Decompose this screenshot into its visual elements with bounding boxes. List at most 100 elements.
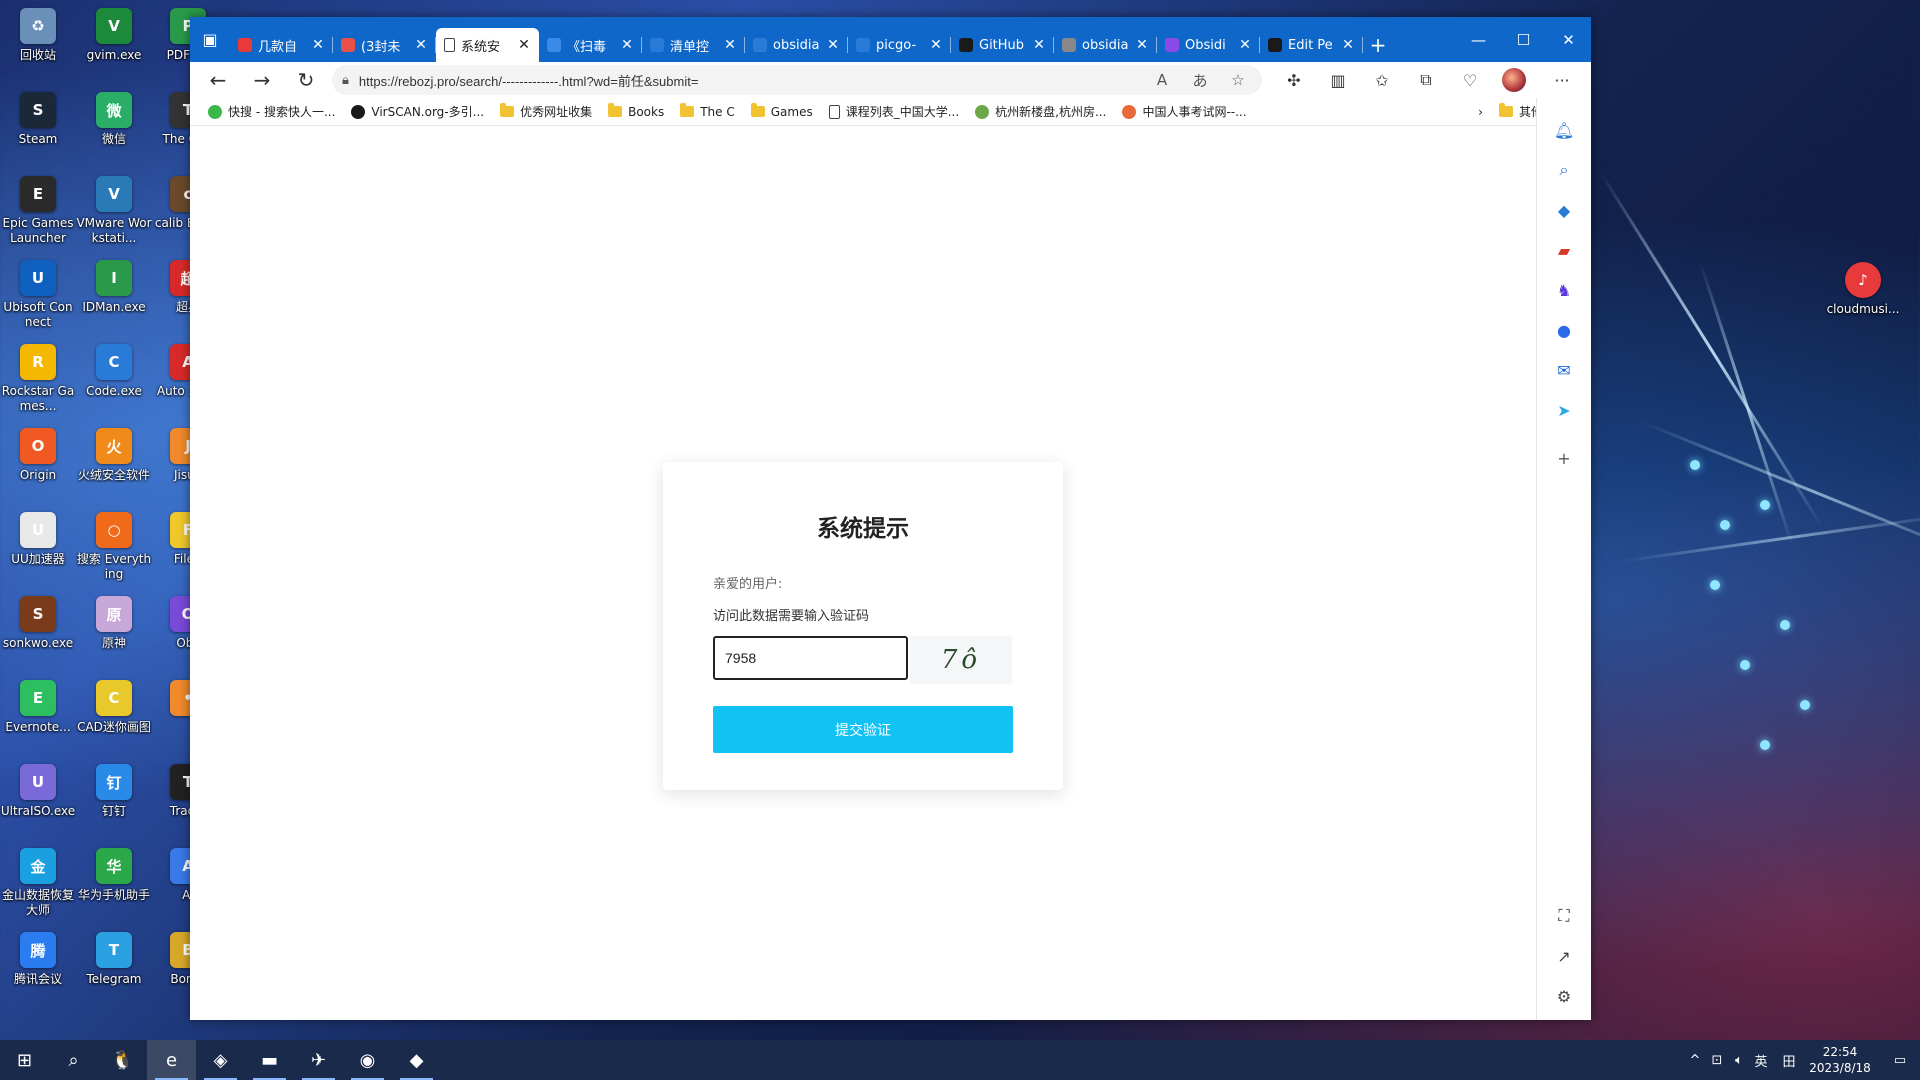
taskbar-obsidian-button[interactable]: ◆ — [392, 1040, 441, 1080]
desktop-icon-cloudmusic[interactable]: ♪ cloudmusi... — [1825, 258, 1901, 342]
bookmark-item[interactable]: 快搜 - 搜索快人一... — [200, 98, 343, 126]
tab-close-icon[interactable]: ✕ — [1135, 37, 1149, 53]
browser-tab[interactable]: GitHub ✕ — [951, 28, 1054, 62]
taskbar-qq-button[interactable]: 🐧 — [98, 1040, 147, 1080]
taskbar-start-button[interactable]: ⊞ — [0, 1040, 49, 1080]
back-button[interactable]: ← — [196, 64, 240, 96]
outlook-icon[interactable]: ✉ — [1548, 354, 1580, 386]
desktop-icon[interactable]: 腾腾讯会议 — [0, 928, 76, 1012]
extensions-button[interactable]: ✣ — [1272, 64, 1316, 96]
desktop-icon[interactable]: E Epic Games Launcher — [0, 172, 76, 256]
sidebar-settings-icon[interactable]: ⚙ — [1548, 980, 1580, 1012]
translate-icon[interactable]: あ — [1186, 70, 1214, 91]
ime-language-indicator[interactable]: 英 — [1750, 1051, 1772, 1070]
desktop-icon[interactable]: O Origin — [0, 424, 76, 508]
tab-actions-button[interactable]: ▣ — [190, 17, 230, 62]
desktop-icon[interactable]: C CAD迷你画图 — [76, 676, 152, 760]
browser-tab[interactable]: 《扫毒 ✕ — [539, 28, 642, 62]
captcha-image[interactable]: 7ô — [910, 636, 1012, 684]
favorite-star-icon[interactable]: ☆ — [1224, 71, 1252, 89]
desktop-icon[interactable]: E Evernote... — [0, 676, 76, 760]
notification-bell-icon[interactable]: 🔔︎ — [1548, 114, 1580, 146]
collections-button[interactable]: ⧉ — [1404, 64, 1448, 96]
taskbar-search-button[interactable]: ⌕ — [49, 1040, 98, 1080]
chevron-up-icon[interactable]: ^ — [1684, 1053, 1706, 1068]
bookmark-item[interactable]: 杭州新楼盘,杭州房... — [967, 98, 1114, 126]
minimize-button[interactable]: — — [1456, 17, 1501, 62]
office-icon[interactable]: ● — [1548, 314, 1580, 346]
address-bar[interactable]: 🔒︎ https://rebozj.pro/search/-----------… — [332, 65, 1262, 95]
browser-tab[interactable]: 系统安 ✕ — [436, 28, 539, 62]
notification-center-icon[interactable]: ▭ — [1880, 1053, 1920, 1068]
tab-close-icon[interactable]: ✕ — [929, 37, 943, 53]
browser-tab[interactable]: obsidia ✕ — [745, 28, 848, 62]
ime-mode-indicator[interactable]: 田 — [1778, 1051, 1800, 1070]
desktop-icon[interactable]: ♻ 回收站 — [0, 4, 76, 88]
bookmark-item[interactable]: VirSCAN.org-多引... — [343, 98, 492, 126]
network-icon[interactable]: ⊡ — [1706, 1053, 1728, 1068]
browser-tab[interactable]: picgo- ✕ — [848, 28, 951, 62]
browser-tab[interactable]: obsidia ✕ — [1054, 28, 1157, 62]
split-screen-button[interactable]: ▥ — [1316, 64, 1360, 96]
shopping-tag-icon[interactable]: ◆ — [1548, 194, 1580, 226]
desktop-icon[interactable]: U UU加速器 — [0, 508, 76, 592]
profile-button[interactable] — [1492, 64, 1536, 96]
drop-icon[interactable]: ➤ — [1548, 394, 1580, 426]
submit-verification-button[interactable]: 提交验证 — [713, 706, 1013, 753]
tab-close-icon[interactable]: ✕ — [1341, 37, 1355, 53]
bookmark-item[interactable]: Books — [600, 98, 672, 126]
browser-tab[interactable]: Obsidi ✕ — [1157, 28, 1260, 62]
tab-close-icon[interactable]: ✕ — [311, 37, 325, 53]
tab-close-icon[interactable]: ✕ — [517, 37, 531, 53]
browser-tab[interactable]: 几款自 ✕ — [230, 28, 333, 62]
taskbar-chrome-button[interactable]: ◉ — [343, 1040, 392, 1080]
desktop-icon[interactable]: 火火绒安全软件 — [76, 424, 152, 508]
screenshot-icon[interactable]: ⛶ — [1548, 900, 1580, 932]
desktop-icon[interactable]: 钉钉钉 — [76, 760, 152, 844]
add-sidebar-icon[interactable]: + — [1548, 442, 1580, 474]
desktop-icon[interactable]: 金金山数据恢复大师 — [0, 844, 76, 928]
tab-close-icon[interactable]: ✕ — [620, 37, 634, 53]
desktop-icon[interactable]: R Rockstar Games... — [0, 340, 76, 424]
refresh-button[interactable]: ↻ — [284, 64, 328, 96]
volume-icon[interactable]: 🔈︎ — [1728, 1053, 1750, 1068]
bookmark-item[interactable]: Games — [743, 98, 821, 126]
maximize-button[interactable]: ☐ — [1501, 17, 1546, 62]
taskbar-app-blue-button[interactable]: ◈ — [196, 1040, 245, 1080]
performance-button[interactable]: ♡ — [1448, 64, 1492, 96]
close-window-button[interactable]: ✕ — [1546, 17, 1591, 62]
tools-icon[interactable]: ▰ — [1548, 234, 1580, 266]
read-aloud-icon[interactable]: A — [1148, 71, 1176, 89]
desktop-icon[interactable]: 华华为手机助手 — [76, 844, 152, 928]
browser-tab[interactable]: 清单控 ✕ — [642, 28, 745, 62]
games-icon[interactable]: ♞ — [1548, 274, 1580, 306]
desktop-icon[interactable]: T Telegram — [76, 928, 152, 1012]
taskbar-bird-app-button[interactable]: ✈ — [294, 1040, 343, 1080]
desktop-icon[interactable]: U UltraISO.exe — [0, 760, 76, 844]
open-external-icon[interactable]: ↗ — [1548, 940, 1580, 972]
browser-tab[interactable]: Edit Pe ✕ — [1260, 28, 1363, 62]
clock[interactable]: 22:54 2023/8/18 — [1800, 1044, 1880, 1076]
tab-close-icon[interactable]: ✕ — [1032, 37, 1046, 53]
desktop-icon[interactable]: C Code.exe — [76, 340, 152, 424]
desktop-icon[interactable]: U Ubisoft Connect — [0, 256, 76, 340]
taskbar-file-explorer-button[interactable]: ▬ — [245, 1040, 294, 1080]
tab-close-icon[interactable]: ✕ — [826, 37, 840, 53]
taskbar-edge-button[interactable]: e — [147, 1040, 196, 1080]
bookmarks-more-button[interactable]: › — [1470, 98, 1491, 126]
desktop-icon[interactable]: Ssonkwo.exe — [0, 592, 76, 676]
desktop-icon[interactable]: V VMware Workstati... — [76, 172, 152, 256]
favorites-button[interactable]: ✩ — [1360, 64, 1404, 96]
settings-more-button[interactable]: ··· — [1540, 64, 1584, 96]
desktop-icon[interactable]: S Steam — [0, 88, 76, 172]
desktop-icon[interactable]: 微微信 — [76, 88, 152, 172]
search-icon[interactable]: ⌕ — [1548, 154, 1580, 186]
new-tab-button[interactable]: + — [1363, 28, 1393, 62]
bookmark-item[interactable]: 课程列表_中国大学... — [821, 98, 967, 126]
tab-close-icon[interactable]: ✕ — [1238, 37, 1252, 53]
bookmark-item[interactable]: The C — [672, 98, 743, 126]
desktop-icon[interactable]: Vgvim.exe — [76, 4, 152, 88]
browser-tab[interactable]: (3封未 ✕ — [333, 28, 436, 62]
tab-close-icon[interactable]: ✕ — [723, 37, 737, 53]
forward-button[interactable]: → — [240, 64, 284, 96]
